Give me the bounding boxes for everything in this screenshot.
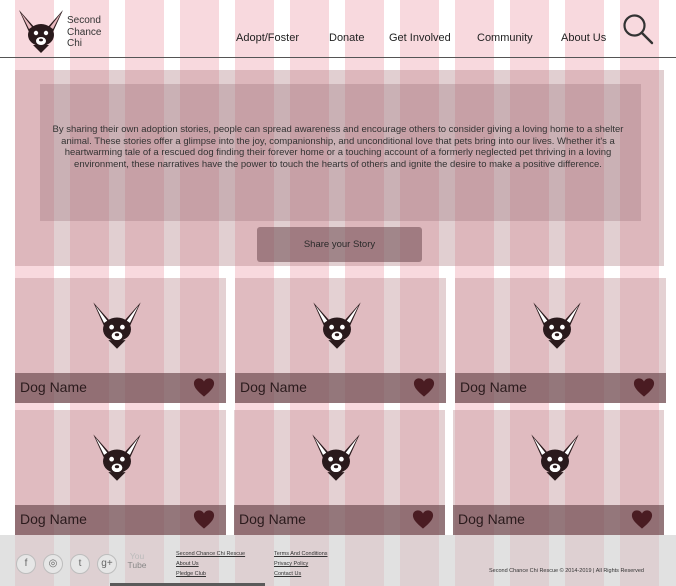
card-footer: Dog Name	[453, 505, 664, 535]
chihuahua-icon	[309, 300, 365, 350]
dog-name: Dog Name	[239, 511, 306, 527]
nav-about-us[interactable]: About Us	[561, 32, 606, 44]
logo-line: Chance	[67, 26, 102, 38]
chihuahua-logo-icon[interactable]	[15, 8, 67, 54]
chihuahua-icon	[308, 432, 364, 482]
dog-card[interactable]: Dog Name	[453, 410, 664, 535]
google-plus-icon[interactable]: g+	[97, 554, 117, 574]
dog-card[interactable]: Dog Name	[234, 410, 445, 535]
instagram-icon[interactable]: ◎	[43, 554, 63, 574]
youtube-icon[interactable]: You Tube	[127, 552, 147, 570]
heart-icon[interactable]	[412, 509, 434, 530]
heart-icon[interactable]	[193, 509, 215, 530]
card-footer: Dog Name	[235, 373, 446, 403]
card-footer: Dog Name	[234, 505, 445, 535]
dog-name: Dog Name	[458, 511, 525, 527]
footer-link-about[interactable]: About Us	[176, 561, 199, 567]
twitter-icon[interactable]: t	[70, 554, 90, 574]
dog-name: Dog Name	[20, 379, 87, 395]
heart-icon[interactable]	[193, 377, 215, 398]
chihuahua-icon	[89, 432, 145, 482]
card-footer: Dog Name	[455, 373, 666, 403]
logo-line: Second	[67, 15, 101, 26]
logo-text[interactable]: Second Chance Chi	[67, 15, 127, 50]
heart-icon[interactable]	[633, 377, 655, 398]
dog-name: Dog Name	[20, 511, 87, 527]
dog-card[interactable]: Dog Name	[235, 278, 446, 403]
chihuahua-icon	[89, 300, 145, 350]
footer-link-privacy[interactable]: Privacy Policy	[274, 561, 308, 567]
site-header: Second Chance Chi Adopt/Foster Donate Ge…	[0, 0, 676, 58]
dog-name: Dog Name	[460, 379, 527, 395]
dog-card[interactable]: Dog Name	[15, 410, 226, 535]
chihuahua-icon	[527, 432, 583, 482]
footer-link-contact[interactable]: Contact Us	[274, 571, 301, 577]
dog-name: Dog Name	[240, 379, 307, 395]
nav-get-involved[interactable]: Get Involved	[389, 32, 451, 44]
heart-icon[interactable]	[413, 377, 435, 398]
copyright-text: Second Chance Chi Rescue © 2014-2019 | A…	[489, 568, 644, 574]
footer-link-pledge[interactable]: Pledge Club	[176, 571, 206, 577]
dog-card[interactable]: Dog Name	[15, 278, 226, 403]
nav-donate[interactable]: Donate	[329, 32, 364, 44]
facebook-icon[interactable]: f	[16, 554, 36, 574]
site-footer: f ◎ t g+ You Tube Second Chance Chi Resc…	[0, 535, 676, 586]
card-footer: Dog Name	[15, 373, 226, 403]
chihuahua-icon	[529, 300, 585, 350]
youtube-text: Tube	[127, 560, 147, 570]
card-footer: Dog Name	[15, 505, 226, 535]
nav-adopt-foster[interactable]: Adopt/Foster	[236, 32, 299, 44]
search-icon[interactable]	[622, 13, 654, 45]
footer-link-rescue[interactable]: Second Chance Chi Rescue	[176, 551, 245, 557]
heart-icon[interactable]	[631, 509, 653, 530]
share-story-button[interactable]: Share your Story	[257, 227, 422, 262]
intro-paragraph: By sharing their own adoption stories, p…	[52, 124, 624, 170]
nav-community[interactable]: Community	[477, 32, 533, 44]
footer-link-terms[interactable]: Terms And Conditions	[274, 551, 328, 557]
dog-card[interactable]: Dog Name	[455, 278, 666, 403]
logo-line: Chi	[67, 38, 83, 49]
